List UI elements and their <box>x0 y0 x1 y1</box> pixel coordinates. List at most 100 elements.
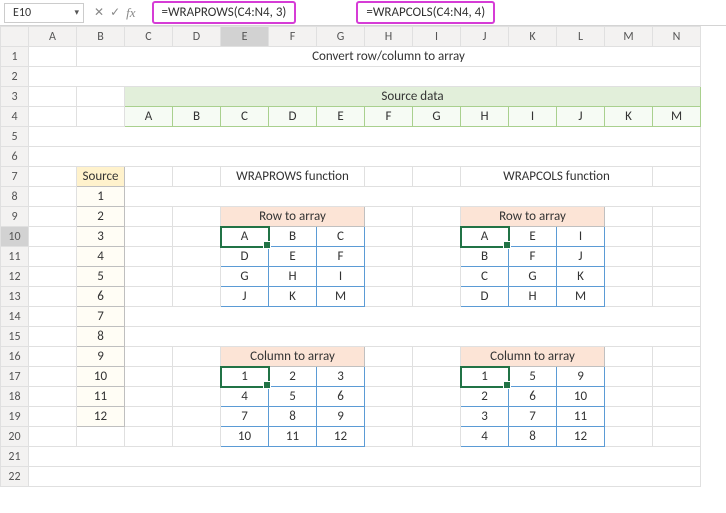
result-cell[interactable]: A <box>461 227 509 247</box>
row-header[interactable]: 8 <box>1 187 29 207</box>
result-cell[interactable]: G <box>221 267 269 287</box>
row-header[interactable]: 22 <box>1 467 29 487</box>
row-header[interactable]: 17 <box>1 367 29 387</box>
col-header[interactable]: N <box>653 27 701 47</box>
result-cell[interactable]: 2 <box>269 367 317 387</box>
result-cell[interactable]: G <box>509 267 557 287</box>
wraprows-title[interactable]: WRAPROWS function <box>221 167 365 187</box>
source-row-cell[interactable]: H <box>461 107 509 127</box>
cell[interactable] <box>29 67 701 87</box>
row-header[interactable]: 20 <box>1 427 29 447</box>
result-cell[interactable]: D <box>461 287 509 307</box>
source-col-cell[interactable]: 1 <box>77 187 125 207</box>
row-header[interactable]: 13 <box>1 287 29 307</box>
row-header[interactable]: 5 <box>1 127 29 147</box>
col-header[interactable]: G <box>317 27 365 47</box>
col-header[interactable]: A <box>29 27 77 47</box>
row-header[interactable]: 16 <box>1 347 29 367</box>
result-cell[interactable]: 6 <box>317 387 365 407</box>
col-header[interactable]: J <box>461 27 509 47</box>
col-header[interactable]: K <box>509 27 557 47</box>
row-header[interactable]: 3 <box>1 87 29 107</box>
result-cell[interactable]: E <box>509 227 557 247</box>
result-cell[interactable]: 2 <box>461 387 509 407</box>
result-cell[interactable]: 5 <box>509 367 557 387</box>
result-cell[interactable]: 7 <box>509 407 557 427</box>
source-col-cell[interactable]: 3 <box>77 227 125 247</box>
source-col-cell[interactable]: 7 <box>77 307 125 327</box>
source-col-cell[interactable]: 4 <box>77 247 125 267</box>
row-header[interactable]: 1 <box>1 47 29 67</box>
result-cell[interactable]: H <box>269 267 317 287</box>
result-cell[interactable]: C <box>461 267 509 287</box>
source-col-cell[interactable]: 5 <box>77 267 125 287</box>
source-data-header[interactable]: Source data <box>125 87 701 107</box>
row-header[interactable]: 11 <box>1 247 29 267</box>
result-cell[interactable]: 10 <box>221 427 269 447</box>
source-row-cell[interactable]: G <box>413 107 461 127</box>
row-header[interactable]: 4 <box>1 107 29 127</box>
col-to-array-header[interactable]: Column to array <box>461 347 605 367</box>
row-to-array-header[interactable]: Row to array <box>461 207 605 227</box>
source-row-cell[interactable]: I <box>509 107 557 127</box>
enter-icon[interactable]: ✓ <box>110 5 120 20</box>
source-row-cell[interactable]: K <box>605 107 653 127</box>
source-col-cell[interactable]: 12 <box>77 407 125 427</box>
row-header[interactable]: 7 <box>1 167 29 187</box>
row-header[interactable]: 10 <box>1 227 29 247</box>
result-cell[interactable]: 12 <box>557 427 605 447</box>
select-all-corner[interactable] <box>1 27 29 47</box>
result-cell[interactable]: 8 <box>509 427 557 447</box>
fx-icon[interactable]: fx <box>126 5 135 21</box>
result-cell[interactable]: 11 <box>269 427 317 447</box>
col-header[interactable]: F <box>269 27 317 47</box>
result-cell[interactable]: C <box>317 227 365 247</box>
source-col-cell[interactable]: 9 <box>77 347 125 367</box>
source-row-cell[interactable]: M <box>653 107 701 127</box>
result-cell[interactable]: 12 <box>317 427 365 447</box>
col-header[interactable]: C <box>125 27 173 47</box>
result-cell[interactable]: 9 <box>317 407 365 427</box>
source-row-cell[interactable]: F <box>365 107 413 127</box>
spreadsheet-grid[interactable]: A B C D E F G H I J K L M N 1 Convert ro… <box>0 26 726 487</box>
result-cell[interactable]: 7 <box>221 407 269 427</box>
result-cell[interactable]: A <box>221 227 269 247</box>
result-cell[interactable]: F <box>509 247 557 267</box>
source-col-header[interactable]: Source <box>77 167 125 187</box>
main-title[interactable]: Convert row/column to array <box>77 47 701 67</box>
col-header[interactable]: L <box>557 27 605 47</box>
source-col-cell[interactable]: 11 <box>77 387 125 407</box>
row-header[interactable]: 18 <box>1 387 29 407</box>
wrapcols-title[interactable]: WRAPCOLS function <box>461 167 653 187</box>
result-cell[interactable]: F <box>317 247 365 267</box>
result-cell[interactable]: 8 <box>269 407 317 427</box>
col-header[interactable]: D <box>173 27 221 47</box>
source-row-cell[interactable]: J <box>557 107 605 127</box>
result-cell[interactable]: 1 <box>461 367 509 387</box>
col-header[interactable]: H <box>365 27 413 47</box>
row-header[interactable]: 21 <box>1 447 29 467</box>
result-cell[interactable]: E <box>269 247 317 267</box>
result-cell[interactable]: 5 <box>269 387 317 407</box>
result-cell[interactable]: 4 <box>461 427 509 447</box>
result-cell[interactable]: J <box>221 287 269 307</box>
result-cell[interactable]: 3 <box>317 367 365 387</box>
row-header[interactable]: 12 <box>1 267 29 287</box>
source-row-cell[interactable]: B <box>173 107 221 127</box>
col-header[interactable]: I <box>413 27 461 47</box>
source-row-cell[interactable]: C <box>221 107 269 127</box>
result-cell[interactable]: 11 <box>557 407 605 427</box>
result-cell[interactable]: M <box>317 287 365 307</box>
result-cell[interactable]: 3 <box>461 407 509 427</box>
result-cell[interactable]: H <box>509 287 557 307</box>
result-cell[interactable]: I <box>557 227 605 247</box>
row-to-array-header[interactable]: Row to array <box>221 207 365 227</box>
source-row-cell[interactable]: E <box>317 107 365 127</box>
name-box[interactable]: E10 ▾ <box>4 3 84 23</box>
row-header[interactable]: 19 <box>1 407 29 427</box>
result-cell[interactable]: I <box>317 267 365 287</box>
source-col-cell[interactable]: 10 <box>77 367 125 387</box>
source-row-cell[interactable]: D <box>269 107 317 127</box>
col-header[interactable]: E <box>221 27 269 47</box>
result-cell[interactable]: K <box>269 287 317 307</box>
